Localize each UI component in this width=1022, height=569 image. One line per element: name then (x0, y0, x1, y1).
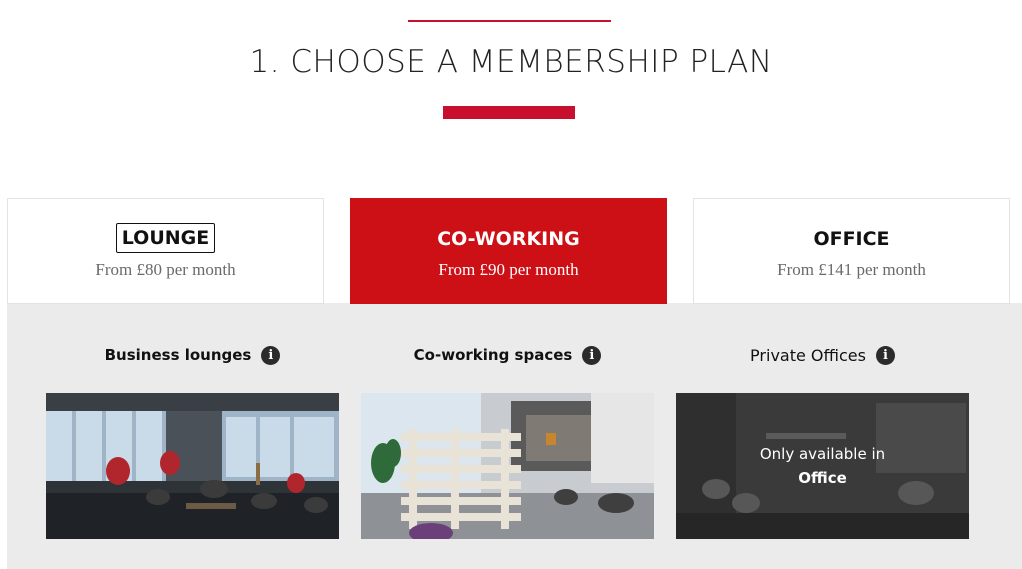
availability-note-line1: Only available in (759, 445, 886, 463)
business-lounge-photo (46, 393, 339, 539)
plan-price: From £141 per month (777, 260, 926, 279)
info-icon[interactable]: i (582, 345, 602, 365)
feature-heading-coworking-spaces: Co-working spaces i (361, 343, 654, 367)
feature-label: Private Offices (750, 345, 866, 365)
plan-name: CO-WORKING (437, 228, 580, 250)
plan-name: LOUNGE (115, 223, 216, 253)
page-title: 1. CHOOSE A MEMBERSHIP PLAN (249, 44, 773, 80)
info-icon[interactable]: i (261, 345, 281, 365)
plan-tab-coworking[interactable]: CO-WORKING From £90 per month (350, 198, 667, 304)
plan-tab-office[interactable]: OFFICE From £141 per month (693, 198, 1010, 304)
feature-heading-business-lounges: Business lounges i (46, 343, 339, 367)
info-icon[interactable]: i (875, 345, 895, 365)
feature-heading-private-offices: Private Offices i (676, 343, 969, 367)
availability-note-line2: Office (798, 469, 847, 487)
feature-label: Business lounges (104, 346, 252, 364)
title-underline-bar (443, 106, 575, 119)
plan-tab-lounge[interactable]: LOUNGE From £80 per month (7, 198, 324, 304)
top-divider (408, 20, 611, 22)
feature-label: Co-working spaces (413, 346, 573, 364)
plan-name: OFFICE (813, 228, 890, 250)
plan-price: From £90 per month (438, 260, 579, 279)
coworking-space-photo (361, 393, 654, 539)
availability-note: Only available in Office (676, 393, 969, 539)
private-office-photo: Only available in Office (676, 393, 969, 539)
plan-price: From £80 per month (95, 260, 236, 279)
